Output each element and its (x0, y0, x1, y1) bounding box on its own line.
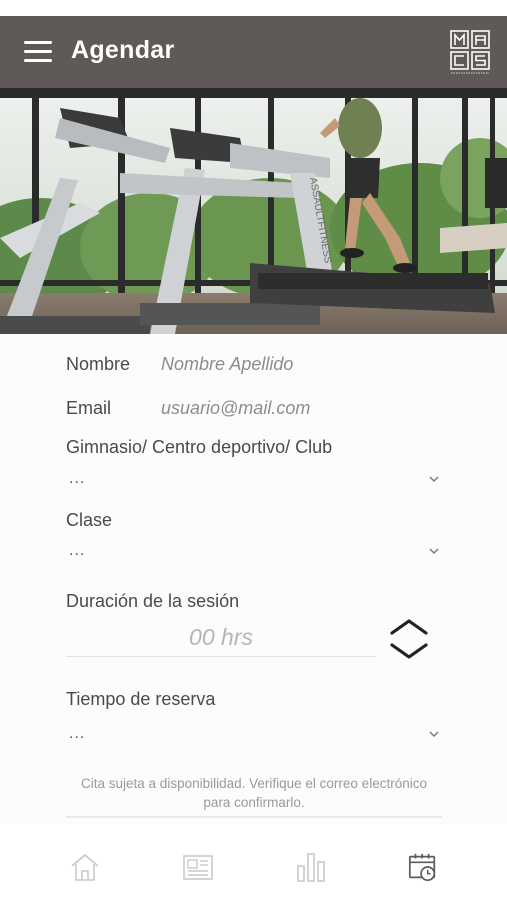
clase-label: Clase (66, 510, 113, 530)
duracion-field[interactable]: 00 hrs (66, 620, 376, 654)
email-label: Email (66, 398, 112, 418)
calendar-clock-icon[interactable] (407, 850, 439, 884)
duracion-underline (66, 656, 376, 657)
tiempo-select[interactable]: ... (66, 725, 442, 747)
chevron-down-icon (429, 476, 439, 482)
duracion-label: Duración de la sesión (66, 591, 240, 611)
nombre-input[interactable]: Nombre Apellido (161, 354, 293, 375)
bottom-tab-bar (0, 824, 507, 900)
hamburger-menu-icon[interactable] (24, 40, 52, 64)
email-input[interactable]: usuario@mail.com (161, 398, 310, 419)
gimnasio-label: Gimnasio/ Centro deportivo/ Club (66, 437, 333, 457)
home-icon[interactable] (68, 850, 102, 884)
hero-gym-image: ASSAULTFITNESS (0, 88, 507, 334)
newspaper-icon[interactable] (181, 850, 215, 884)
gimnasio-select[interactable]: ... (66, 470, 442, 492)
tiempo-label: Tiempo de reserva (66, 689, 216, 709)
bar-chart-icon[interactable] (294, 850, 328, 884)
availability-note: Cita sujeta a disponibilidad. Verifique … (81, 776, 427, 810)
clase-select[interactable]: ... (66, 542, 442, 564)
status-bar (0, 0, 507, 16)
nombre-label: Nombre (66, 354, 131, 374)
note-divider (66, 816, 442, 818)
chevron-down-icon (429, 731, 439, 737)
app-header: Agendar (0, 16, 507, 88)
gimnasio-select-value: ... (69, 470, 86, 487)
maces-logo (450, 30, 490, 74)
duracion-value: 00 hrs (189, 624, 253, 650)
duration-stepper-icon[interactable] (386, 617, 432, 661)
tiempo-select-value: ... (69, 725, 86, 742)
chevron-down-icon (429, 548, 439, 554)
clase-select-value: ... (69, 542, 86, 559)
page-title: Agendar (71, 36, 175, 64)
